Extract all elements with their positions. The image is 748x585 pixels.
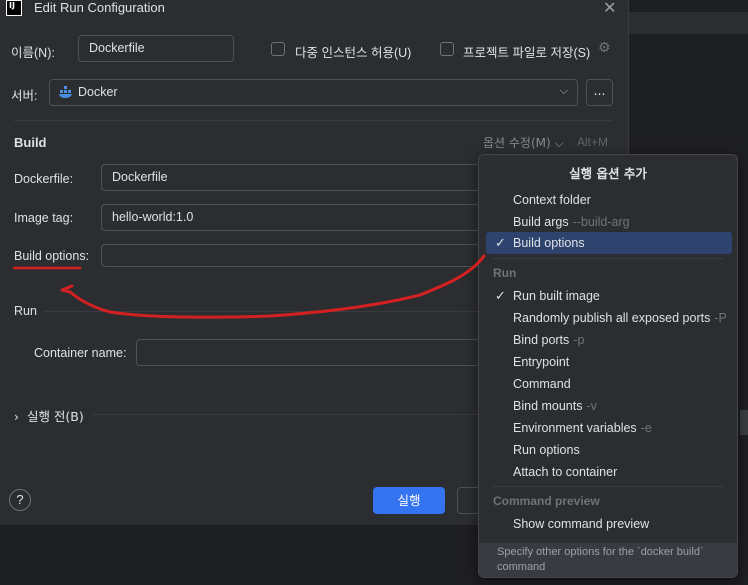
option-hint: -v: [586, 399, 597, 413]
name-label: 이름(N):: [11, 46, 55, 60]
option-publish-all-ports[interactable]: Randomly publish all exposed ports -P: [479, 307, 737, 329]
option-label: Bind ports: [513, 333, 570, 347]
modify-options-shortcut: Alt+M: [577, 135, 609, 149]
option-attach-to-container[interactable]: Attach to container: [479, 461, 737, 483]
popup-footer: Specify other options for the `docker bu…: [479, 543, 737, 577]
option-environment-variables[interactable]: Environment variables -e: [479, 417, 737, 439]
background-editor-tab-strip: [628, 12, 748, 34]
option-bind-mounts[interactable]: Bind mounts -v: [479, 395, 737, 417]
gear-icon[interactable]: ⚙: [598, 40, 611, 56]
store-as-project-file-label[interactable]: 프로젝트 파일로 저장(S): [463, 42, 590, 61]
modify-options-label: 옵션 수정(M): [483, 136, 551, 150]
option-hint: -P: [714, 311, 727, 325]
option-label: Context folder: [513, 193, 591, 207]
run-section-divider: [44, 311, 484, 312]
server-label: 서버:: [11, 89, 38, 103]
run-section-title: Run: [14, 304, 37, 318]
add-run-options-popup: 실행 옵션 추가 Context folder Build args --buil…: [478, 154, 738, 578]
option-build-args[interactable]: Build args --build-arg: [479, 211, 737, 233]
close-icon[interactable]: ✕: [603, 0, 616, 17]
build-section-title: Build: [14, 135, 47, 150]
build-options-label: Build options:: [14, 249, 90, 263]
allow-multiple-label[interactable]: 다중 인스턴스 허용(U): [295, 42, 411, 61]
before-launch-divider: [92, 414, 482, 415]
store-as-project-file-checkbox[interactable]: [440, 42, 454, 56]
before-launch-label: 실행 전(B): [26, 409, 84, 424]
option-label: Environment variables: [513, 421, 637, 435]
option-label: Randomly publish all exposed ports: [513, 311, 711, 325]
chevron-right-icon: ›: [14, 409, 19, 424]
server-value: Docker: [78, 85, 118, 99]
background-panel-edge: [740, 410, 748, 435]
option-hint: -p: [573, 333, 585, 347]
popup-separator: [493, 258, 723, 259]
dockerfile-input[interactable]: Dockerfile: [101, 164, 481, 191]
name-input[interactable]: Dockerfile: [78, 35, 234, 62]
option-hint: -e: [640, 421, 652, 435]
divider: [14, 120, 612, 121]
option-run-built-image[interactable]: ✓ Run built image: [479, 285, 737, 307]
popup-separator: [493, 486, 723, 487]
option-label: Entrypoint: [513, 355, 570, 369]
option-build-options[interactable]: ✓ Build options: [486, 232, 732, 254]
popup-footer-hint: Specify other options for the `docker bu…: [497, 546, 704, 573]
option-label: Bind mounts: [513, 399, 583, 413]
option-label: Attach to container: [513, 465, 618, 479]
server-combobox[interactable]: Docker ⌵: [49, 79, 578, 106]
option-run-options[interactable]: Run options: [479, 439, 737, 461]
option-label: Build args: [513, 215, 569, 229]
checkmark-icon: ✓: [495, 288, 506, 303]
title-bar: IJ Edit Run Configuration ✕: [0, 0, 628, 18]
chevron-down-icon: ⌵: [559, 84, 568, 97]
intellij-app-icon: IJ: [6, 0, 22, 16]
modify-options-link[interactable]: 옵션 수정(M) ⌵: [483, 134, 564, 151]
option-label: Run built image: [513, 289, 600, 303]
dockerfile-label: Dockerfile:: [14, 172, 74, 186]
popup-group-command-preview: Command preview: [493, 494, 600, 508]
option-label: Command: [513, 377, 571, 391]
allow-multiple-checkbox[interactable]: [271, 42, 285, 56]
docker-icon: [59, 86, 72, 98]
option-context-folder[interactable]: Context folder: [479, 189, 737, 211]
server-browse-button[interactable]: ...: [586, 79, 613, 106]
container-name-input[interactable]: [136, 339, 481, 366]
option-bind-ports[interactable]: Bind ports -p: [479, 329, 737, 351]
option-label: Run options: [513, 443, 580, 457]
option-label: Show command preview: [513, 517, 650, 531]
before-launch-toggle[interactable]: › 실행 전(B): [14, 406, 84, 425]
container-name-label: Container name:: [34, 346, 127, 360]
dialog-title: Edit Run Configuration: [34, 0, 165, 15]
image-tag-input[interactable]: hello-world:1.0: [101, 204, 481, 231]
image-tag-label: Image tag:: [14, 211, 74, 225]
option-label: Build options: [513, 236, 585, 250]
option-hint: --build-arg: [572, 215, 630, 229]
help-button[interactable]: ?: [9, 489, 31, 511]
option-show-command-preview[interactable]: Show command preview: [479, 513, 737, 535]
checkmark-icon: ✓: [495, 235, 506, 250]
popup-title: 실행 옵션 추가: [569, 166, 647, 181]
build-options-input[interactable]: [101, 244, 481, 267]
option-entrypoint[interactable]: Entrypoint: [479, 351, 737, 373]
option-command[interactable]: Command: [479, 373, 737, 395]
popup-group-run: Run: [493, 266, 517, 280]
run-button[interactable]: 실행: [373, 487, 445, 514]
